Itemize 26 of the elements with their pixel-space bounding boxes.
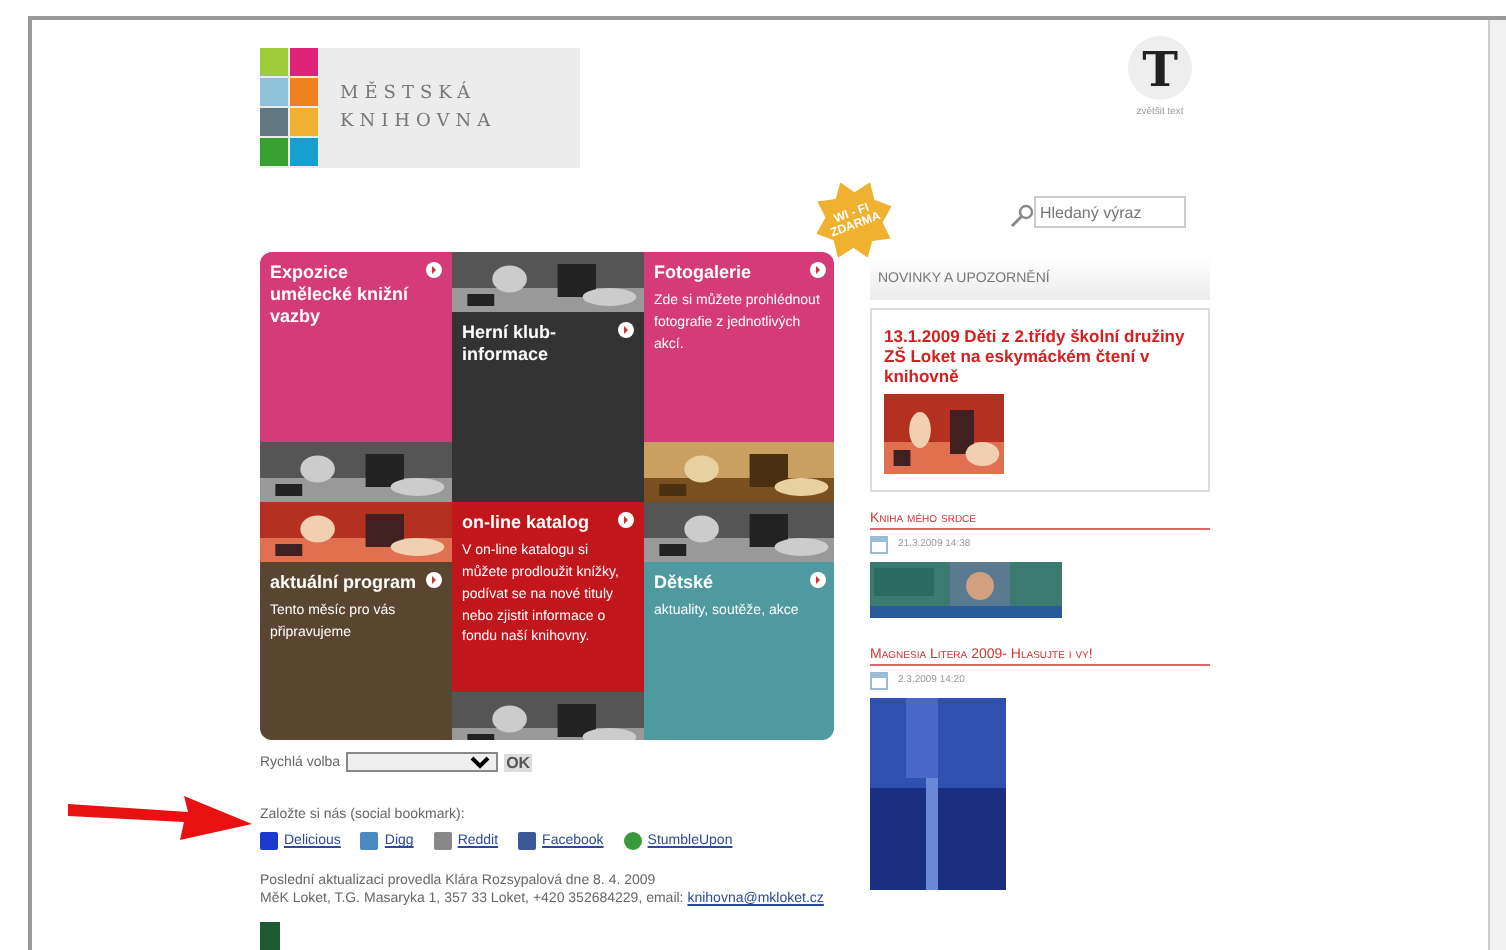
menu-tile[interactable]: Herní klub-informace — [452, 311, 644, 502]
logo-text: KNIHOVNA — [340, 112, 497, 132]
search-icon — [1010, 204, 1034, 228]
tile-title: Herní klub-informace — [462, 321, 559, 367]
search-field[interactable]: Hledaný výraz — [1034, 196, 1186, 228]
text-size-button[interactable]: T — [1128, 36, 1192, 100]
tile-title: aktuální program — [270, 571, 417, 594]
scrollbar[interactable] — [1488, 20, 1506, 950]
calendar-icon — [870, 535, 888, 554]
news-card[interactable]: 13.1.2009 Děti z 2.třídy školní družiny ZŠ Loket na eskymáckém čtení v knihovně — [870, 308, 1210, 492]
calendar-icon — [870, 671, 888, 690]
menu-tile[interactable]: Expozice umělecké knižní vazby — [260, 251, 452, 442]
news-title: 13.1.2009 Děti z 2.třídy školní družiny ZŠ Loket na eskymáckém čtení v knihovně — [884, 326, 1187, 388]
badge-icon — [260, 922, 280, 950]
arrow-circle-icon[interactable] — [618, 321, 634, 338]
arrow-circle-icon[interactable] — [618, 511, 634, 528]
tile-title: Expozice umělecké knižní vazby — [270, 261, 411, 329]
tile-title: on-line katalog — [462, 511, 590, 534]
tile-title: Dětské — [654, 571, 714, 594]
ok-button[interactable]: OK — [504, 753, 533, 772]
color-squares-icon — [260, 48, 320, 168]
logo-panel[interactable]: MĚSTSKÁ KNIHOVNA — [260, 48, 580, 168]
quick-choice-select[interactable] — [346, 752, 499, 773]
tile-title: Fotogalerie — [654, 261, 752, 284]
logo-text: MĚSTSKÁ — [340, 84, 478, 104]
arrow-circle-icon[interactable] — [426, 571, 442, 588]
